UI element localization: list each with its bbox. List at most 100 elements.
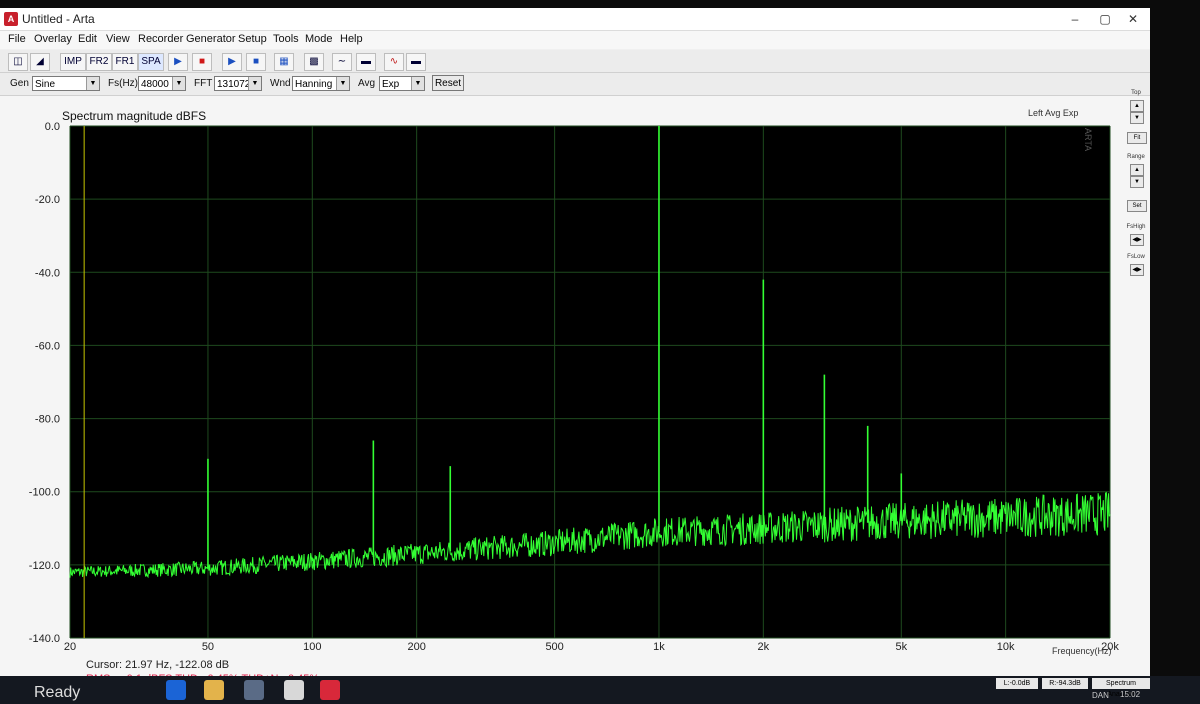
impulse-mode-button[interactable]: IMP [60,53,86,71]
x-tick-label: 100 [303,641,321,653]
menu-recorder[interactable]: Recorder [138,33,183,45]
sample-rate-select[interactable]: 48000 ▼ [138,76,186,91]
minimize-button[interactable]: – [1060,10,1090,28]
menu-generator[interactable]: Generator [186,33,236,45]
chevron-down-icon: ▼ [172,77,185,90]
window-value: Hanning [295,79,333,90]
top-down-button[interactable]: ▼ [1130,112,1144,124]
y-tick-label: -120.0 [29,560,60,572]
mail-icon[interactable] [284,680,304,700]
fslow-label: FsLow [1127,254,1145,260]
reset-button[interactable]: Reset [432,75,464,91]
window-select[interactable]: Hanning ▼ [292,76,350,91]
chevron-down-icon: ▼ [411,77,424,90]
fft-size-select[interactable]: 131072 ▼ [214,76,262,91]
x-tick-label: 200 [407,641,425,653]
hatch-icon[interactable]: ▩ [304,53,324,71]
set-button[interactable]: Set [1127,200,1147,212]
fr2-mode-button[interactable]: FR2 [86,53,112,71]
fslow-button[interactable]: ◀▶ [1130,264,1144,276]
file-explorer-icon[interactable] [204,680,224,700]
arta-logo: ARTA [1083,128,1093,151]
status-ready: Ready [34,684,81,701]
menu-setup[interactable]: Setup [238,33,267,45]
run-icon[interactable]: ▶ [222,53,242,71]
arta-taskbar-icon[interactable] [320,680,340,700]
device-icon[interactable]: ▬ [406,53,426,71]
avg-label: Avg [358,78,376,89]
chevron-down-icon: ▼ [86,77,99,90]
mode-indicator: Left Avg Exp [1028,108,1078,118]
menu-help[interactable]: Help [340,33,363,45]
play-icon[interactable]: ▶ [168,53,188,71]
top-label: Top [1131,90,1141,96]
range-label: Range [1127,154,1145,160]
window-title: Untitled - Arta [22,12,95,26]
open-file-icon[interactable]: ◫ [8,53,28,71]
generator-select[interactable]: Sine ▼ [32,76,100,91]
title-bar: A Untitled - Arta – ▢ ✕ [0,8,1150,31]
pointer-icon[interactable]: ◢ [30,53,50,71]
range-up-button[interactable]: ▲ [1130,164,1144,176]
left-level-readout: L:-0.0dB [996,678,1038,689]
y-tick-label: -80.0 [35,414,60,426]
x-axis-label: Frequency(Hz) [1052,646,1112,656]
maximize-button[interactable]: ▢ [1090,10,1120,28]
x-tick-label: 1k [653,641,665,653]
y-tick-label: -140.0 [29,633,60,645]
menu-edit[interactable]: Edit [78,33,97,45]
chart-title: Spectrum magnitude dBFS [62,109,206,123]
meter-icon[interactable]: ▬ [356,53,376,71]
arta-app-icon: A [4,12,18,26]
menu-mode[interactable]: Mode [305,33,333,45]
tray-time: 15:02 [1120,690,1141,699]
chevron-down-icon: ▼ [336,77,349,90]
oscilloscope-icon[interactable]: ∿ [384,53,404,71]
connector-icon[interactable]: ∼ [332,53,352,71]
x-tick-label: 2k [758,641,770,653]
chevron-down-icon: ▼ [248,77,261,90]
x-tick-label: 20 [64,641,76,653]
sample-rate-value: 48000 [141,79,169,90]
y-tick-label: -100.0 [29,487,60,499]
x-tick-label: 10k [997,641,1015,653]
range-down-button[interactable]: ▼ [1130,176,1144,188]
record-stop-icon[interactable]: ■ [192,53,212,71]
fshigh-label: FsHigh [1126,224,1146,230]
fs-label: Fs(Hz) [108,78,138,89]
edge-browser-icon[interactable] [166,680,186,700]
cursor-readout: Cursor: 21.97 Hz, -122.08 dB [86,659,229,671]
menu-overlay[interactable]: Overlay [34,33,72,45]
spectrum-plot-area: 0.0 -20.0 -40.0 -60.0 -80.0 -100.0 -120.0 -140.… [0,96,1150,688]
averaging-select[interactable]: Exp ▼ [379,76,425,91]
stop-icon[interactable]: ■ [246,53,266,71]
tray-language[interactable]: DAN [1092,691,1109,700]
fshigh-button[interactable]: ◀▶ [1130,234,1144,246]
menu-file[interactable]: File [8,33,26,45]
top-up-button[interactable]: ▲ [1130,100,1144,112]
x-tick-label: 5k [895,641,907,653]
gen-label: Gen [10,78,29,89]
chart-icon[interactable]: ▦ [274,53,294,71]
menu-view[interactable]: View [106,33,130,45]
fr1-mode-button[interactable]: FR1 [112,53,138,71]
fit-button[interactable]: Fit [1127,132,1147,144]
mode-readout: Spectrum Analyser [1092,678,1150,698]
main-toolbar: ◫ ◢ IMP FR2 FR1 SPA ▶ ■ ▶ ■ ▦ ▩ ∼ ▬ ∿ ▬ [0,50,1150,73]
fft-label: FFT [194,78,213,89]
spectrum-mode-button[interactable]: SPA [138,53,164,71]
menu-tools[interactable]: Tools [273,33,299,45]
store-icon[interactable] [244,680,264,700]
close-button[interactable]: ✕ [1118,10,1148,28]
spectrum-chart[interactable]: 0.0 -20.0 -40.0 -60.0 -80.0 -100.0 -120.0 -140.… [0,96,1120,688]
generator-value: Sine [35,79,56,90]
y-tick-label: -60.0 [35,340,60,352]
x-tick-label: 500 [545,641,563,653]
windows-taskbar: Ready L:-0.0dB R:-94.3dB Spectrum Analys… [0,676,1200,704]
y-tick-label: -20.0 [35,194,60,206]
right-level-readout: R:-94.3dB [1042,678,1088,689]
fft-size-value: 131072 [217,79,251,90]
wnd-label: Wnd [270,78,291,89]
y-tick-label: 0.0 [45,121,60,133]
app-window: A Untitled - Arta – ▢ ✕ File Overlay Edi… [0,8,1150,704]
